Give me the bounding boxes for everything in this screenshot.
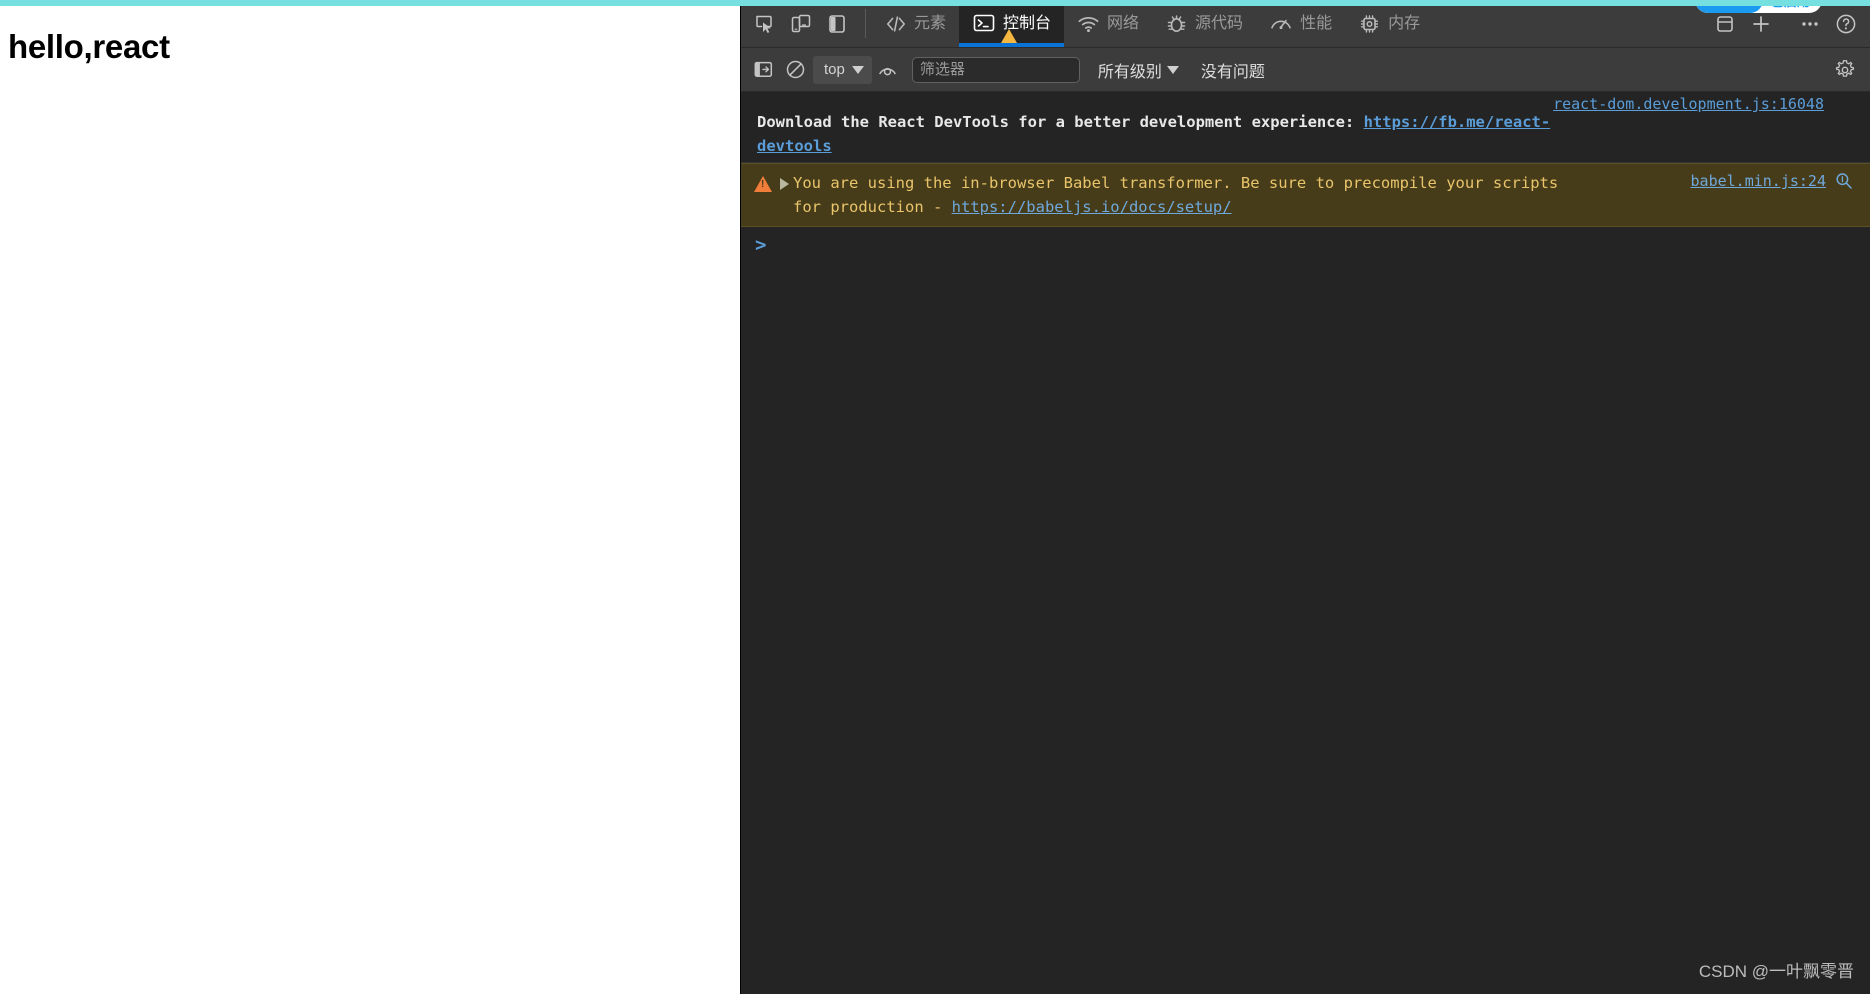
code-brackets-icon	[885, 14, 907, 34]
console-warning-line-1: You are using the in-browser Babel trans…	[793, 174, 1559, 192]
live-expression-button[interactable]	[872, 55, 904, 85]
console-sidebar-icon	[754, 60, 773, 79]
screenshot-root: hello,react 元素 控制台 网络 源代码 性能 内存 top 筛选器 …	[0, 0, 1870, 994]
console-filter-input[interactable]	[911, 56, 1080, 83]
viewport-top-border	[0, 0, 1870, 6]
wifi-icon	[1077, 14, 1100, 34]
search-in-message-icon[interactable]	[1834, 171, 1854, 191]
tab-elements-label: 元素	[914, 14, 947, 32]
tab-network[interactable]: 网络	[1064, 0, 1152, 47]
console-message-body: Download the React DevTools for a better…	[757, 113, 1364, 131]
console-prompt-row[interactable]: >	[741, 227, 1870, 269]
prompt-caret-icon: >	[755, 234, 767, 256]
console-message-list: react-dom.development.js:16048 Download …	[741, 92, 1870, 994]
console-message-warning: You are using the in-browser Babel trans…	[741, 163, 1870, 227]
bug-icon	[1165, 13, 1188, 34]
csdn-watermark: CSDN @一叶飘零晋	[1698, 962, 1854, 981]
tab-console[interactable]: 控制台	[959, 0, 1065, 47]
chip-icon	[1358, 13, 1381, 34]
execution-context-value: top	[824, 61, 845, 78]
web-page-pane: hello,react	[0, 0, 740, 994]
devtools-settings-button[interactable]	[1828, 54, 1862, 86]
clear-console-button[interactable]	[779, 55, 811, 85]
more-options-icon	[1798, 13, 1822, 35]
console-prompt-input[interactable]	[774, 235, 1860, 255]
console-message-info: react-dom.development.js:16048 Download …	[741, 92, 1870, 163]
add-panel-icon	[1750, 13, 1772, 35]
help-button[interactable]	[1828, 5, 1864, 43]
tabbar-divider-left	[865, 9, 866, 38]
inspect-element-icon	[754, 13, 776, 35]
tab-sources-label: 源代码	[1195, 14, 1244, 32]
console-warning-line-2-prefix: for production -	[793, 198, 952, 216]
devtools-panel: 元素 控制台 网络 源代码 性能 内存 top 筛选器 所有级别 没有问题 re…	[740, 0, 1870, 994]
dock-side-icon	[826, 13, 848, 35]
log-level-selector[interactable]: 所有级别	[1093, 55, 1184, 85]
tab-performance-label: 性能	[1300, 14, 1333, 32]
tab-network-label: 网络	[1107, 14, 1140, 32]
console-warning-text: You are using the in-browser Babel trans…	[793, 170, 1683, 219]
console-message-source-link[interactable]: react-dom.development.js:16048	[1553, 95, 1824, 113]
issues-status-label[interactable]: 没有问题	[1201, 58, 1265, 82]
console-warning-line-2: for production - https://babeljs.io/docs…	[793, 195, 1683, 219]
help-icon	[1834, 12, 1858, 36]
devtools-tabbar: 元素 控制台 网络 源代码 性能 内存	[741, 0, 1870, 48]
device-toolbar-button[interactable]	[783, 5, 819, 43]
execution-context-selector[interactable]: top	[813, 55, 872, 84]
console-warning-badge-icon	[1001, 29, 1018, 43]
dock-side-button[interactable]	[819, 5, 855, 43]
expand-triangle-icon[interactable]	[780, 178, 789, 190]
babel-docs-link[interactable]: https://babeljs.io/docs/setup/	[952, 198, 1232, 216]
chevron-down-icon	[1166, 65, 1179, 74]
clear-console-icon	[785, 59, 806, 80]
console-sidebar-toggle-button[interactable]	[747, 55, 779, 85]
console-terminal-icon	[972, 13, 996, 34]
inspect-element-button[interactable]	[747, 5, 783, 43]
chevron-down-icon	[851, 65, 864, 74]
page-title: hello,react	[8, 28, 170, 65]
device-toolbar-icon	[790, 13, 812, 35]
tab-memory-label: 内存	[1388, 14, 1421, 32]
gear-icon	[1834, 59, 1856, 81]
log-level-label: 所有级别	[1097, 63, 1162, 81]
tab-memory[interactable]: 内存	[1345, 0, 1433, 47]
eye-live-expression-icon	[877, 60, 898, 79]
console-warning-source-link[interactable]: babel.min.js:24	[1691, 172, 1826, 190]
console-filter-toolbar: top 所有级别 没有问题	[741, 48, 1870, 92]
tab-elements[interactable]: 元素	[872, 0, 959, 47]
application-panel-icon	[1714, 13, 1736, 35]
devtools-tab-list: 元素 控制台 网络 源代码 性能 内存	[872, 0, 1707, 47]
tab-sources[interactable]: 源代码	[1152, 0, 1256, 47]
tab-performance[interactable]: 性能	[1256, 0, 1345, 47]
warning-triangle-icon	[754, 176, 772, 192]
devtools-tool-group	[741, 0, 859, 47]
gauge-icon	[1269, 14, 1293, 34]
